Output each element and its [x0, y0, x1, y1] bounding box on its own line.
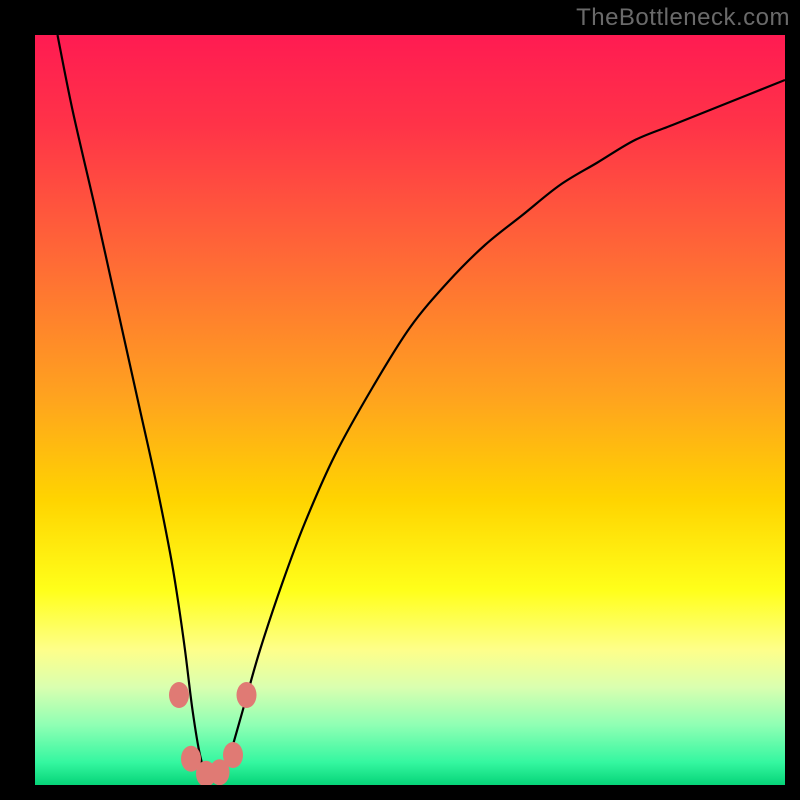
chart-svg [35, 35, 785, 785]
curve-marker [237, 682, 257, 708]
gradient-background [35, 35, 785, 785]
curve-marker [169, 682, 189, 708]
outer-frame: TheBottleneck.com [0, 0, 800, 800]
watermark-text: TheBottleneck.com [576, 4, 790, 32]
curve-marker [223, 742, 243, 768]
plot-area [35, 35, 785, 785]
